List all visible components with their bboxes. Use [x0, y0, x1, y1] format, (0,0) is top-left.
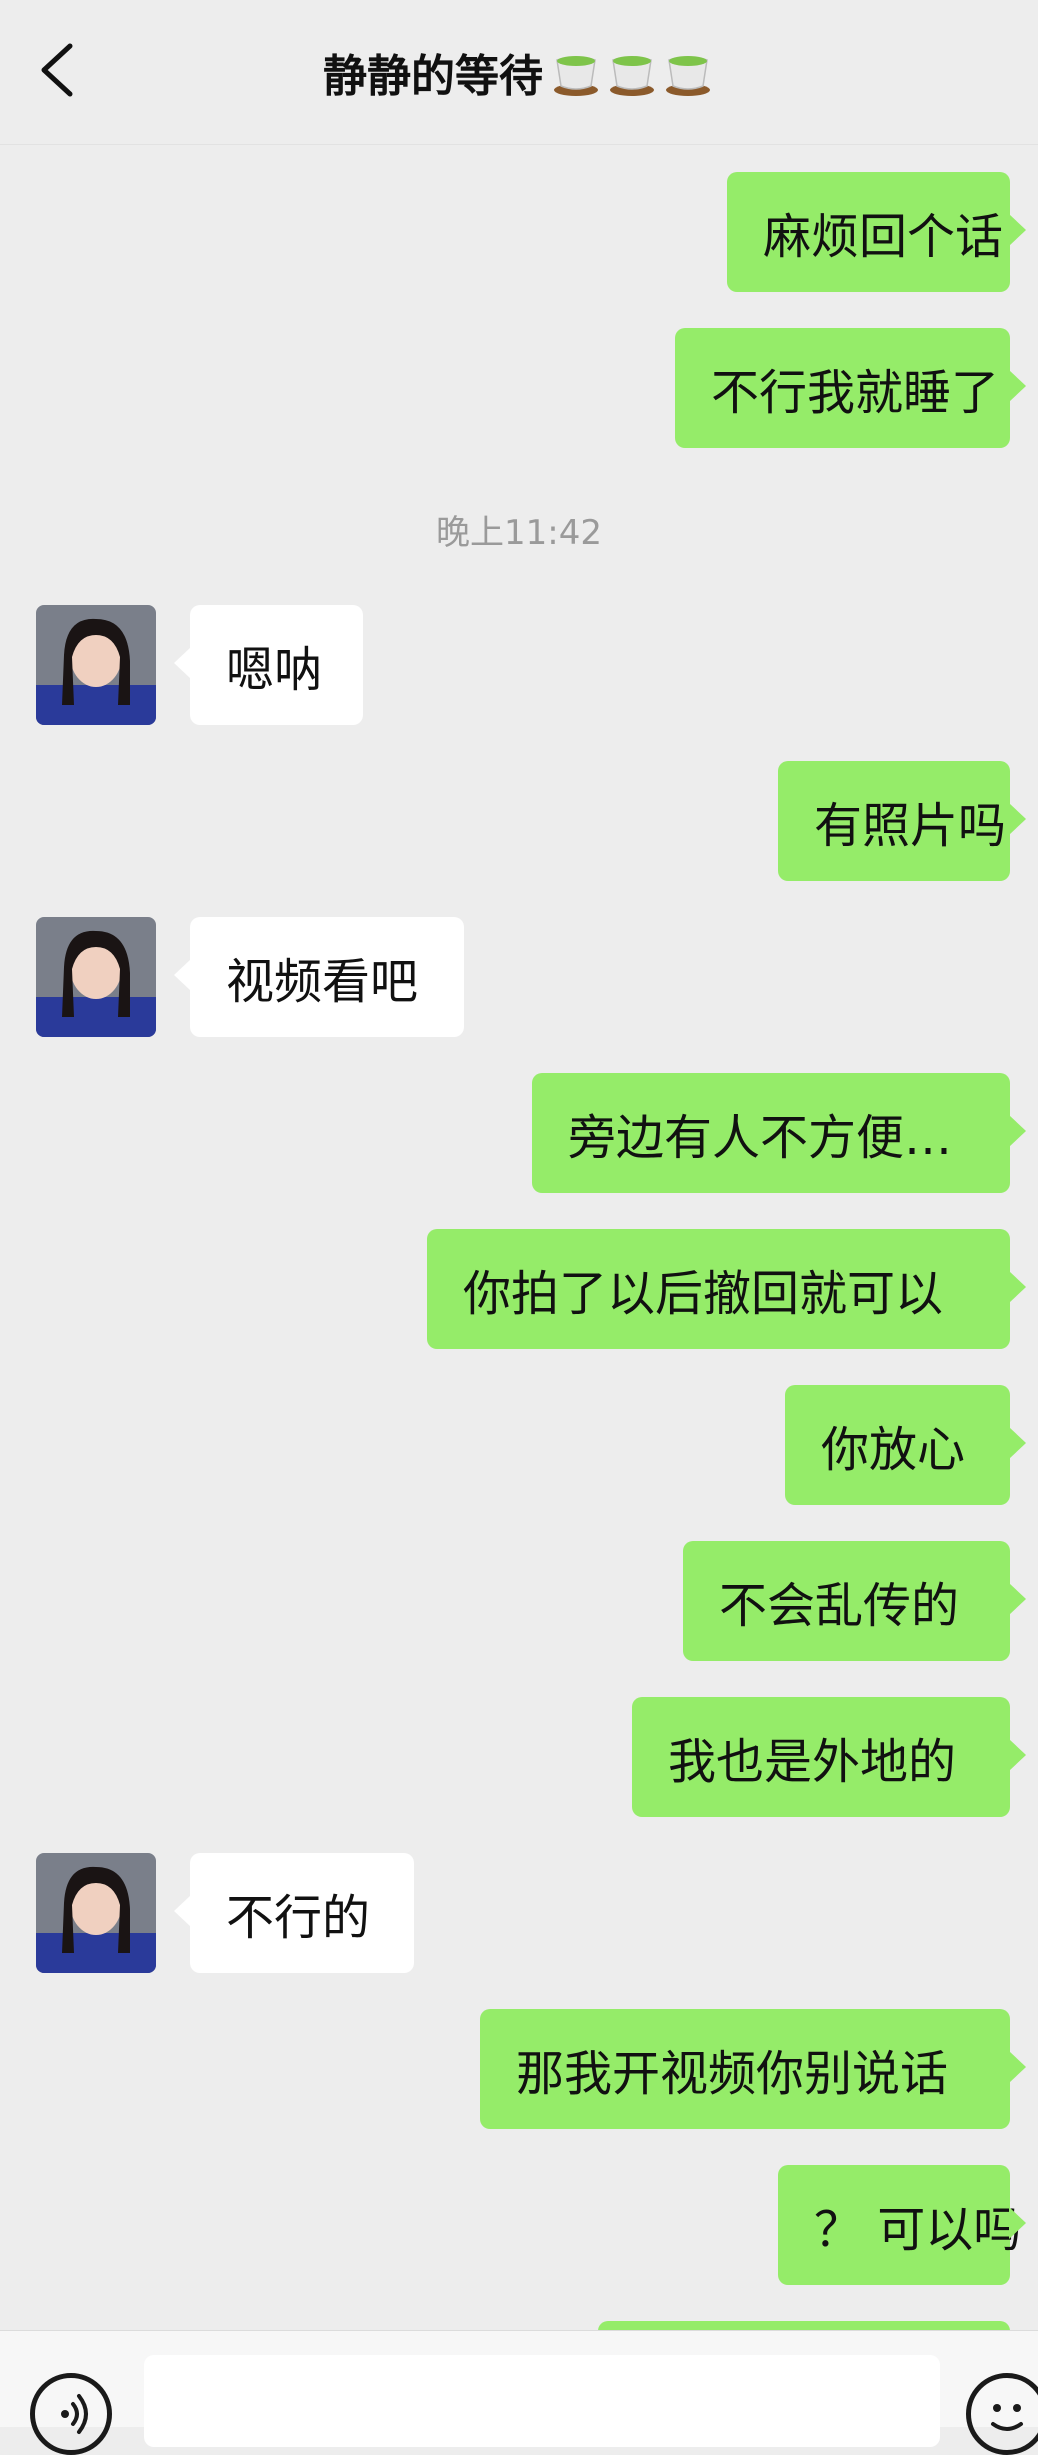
title-wrap: 静静的等待: [0, 40, 1038, 104]
voice-icon: [61, 2394, 88, 2434]
green-tea-icon: [666, 56, 710, 96]
green-tea-icon: [610, 56, 654, 96]
message-bubble-contact[interactable]: 视频看吧: [174, 917, 464, 1037]
chat-header: 静静的等待: [0, 0, 1038, 145]
message-bubble-self[interactable]: ？ 可以吗: [778, 2165, 1026, 2285]
contact-avatar[interactable]: [36, 917, 156, 1037]
emoji-button[interactable]: [966, 2373, 1038, 2455]
message-bubble-self[interactable]: 那我开视频你别说话: [480, 2009, 1026, 2129]
message-bubble-self[interactable]: 有照片吗: [778, 761, 1026, 881]
message-bubble-self[interactable]: 你放心: [785, 1385, 1026, 1505]
message-bubble-contact[interactable]: 不行的: [174, 1853, 414, 1973]
chat-title: 静静的等待: [323, 51, 543, 102]
title-emojis: [547, 46, 715, 98]
message-bubble-self[interactable]: 你拍了以后撤回就可以: [427, 1229, 1026, 1349]
green-tea-icon: [554, 56, 598, 96]
message-bubble-self[interactable]: 我也是外地的: [632, 1697, 1026, 1817]
emoji-icon: [991, 2404, 1023, 2431]
chat-message-list[interactable]: 麻烦回个话 不行我就睡了 晚上11:42 嗯呐 有照片吗 视频看吧 旁边有人不方…: [0, 145, 1038, 2330]
message-bubble-self[interactable]: 旁边有人不方便…: [532, 1073, 1026, 1193]
message-input-bar: [0, 2330, 1038, 2455]
message-bubble-self[interactable]: 麻烦回个话: [727, 172, 1026, 292]
avatar-photo-icon: [36, 1853, 156, 1973]
voice-button[interactable]: [30, 2373, 112, 2455]
message-bubble-contact[interactable]: 嗯呐: [174, 605, 363, 725]
avatar-photo-icon: [36, 917, 156, 1037]
message-bubble-self[interactable]: 不行我就睡了: [675, 328, 1026, 448]
avatar-photo-icon: [36, 605, 156, 725]
message-input[interactable]: [144, 2355, 940, 2447]
contact-avatar[interactable]: [36, 605, 156, 725]
contact-avatar[interactable]: [36, 1853, 156, 1973]
message-bubble-self[interactable]: 不会乱传的: [683, 1541, 1026, 1661]
message-timestamp: 晚上11:42: [436, 513, 602, 553]
message-bubble-self-partial[interactable]: [598, 2321, 1010, 2330]
